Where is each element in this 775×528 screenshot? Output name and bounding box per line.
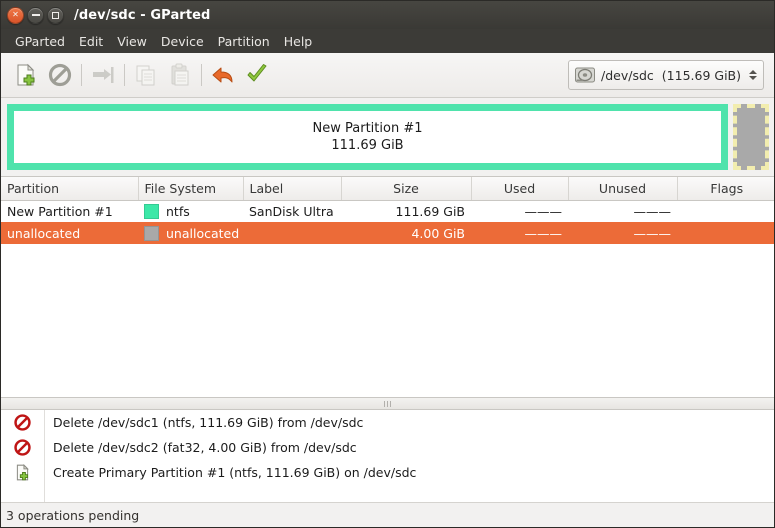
splitter-grip-icon <box>384 400 391 407</box>
operations-column-divider <box>44 410 45 502</box>
column-header-partition[interactable]: Partition <box>1 177 139 201</box>
cell-label <box>243 222 341 244</box>
operation-text: Delete /dev/sdc2 (fat32, 4.00 GiB) from … <box>53 440 357 455</box>
cell-label: SanDisk Ultra <box>249 203 334 219</box>
menu-bar: GParted Edit View Device Partition Help <box>1 29 774 53</box>
toolbar: /dev/sdc (115.69 GiB) <box>1 53 774 98</box>
close-button[interactable]: ✕ <box>7 6 24 24</box>
cell-file-system-text: unallocated <box>166 225 240 241</box>
cell-used: ——— <box>524 203 563 219</box>
column-header-unused[interactable]: Unused <box>568 177 678 201</box>
copy-button[interactable] <box>129 58 163 92</box>
cell-partition: unallocated <box>1 222 138 244</box>
new-document-icon <box>16 463 29 481</box>
menu-device[interactable]: Device <box>154 32 211 51</box>
cell-unused: ——— <box>568 222 677 244</box>
device-name: /dev/sdc <box>601 67 654 83</box>
cell-unused: ——— <box>633 203 672 219</box>
paste-icon <box>171 63 189 86</box>
cell-file-system-text: ntfs <box>166 203 190 219</box>
hard-disk-icon <box>575 67 596 83</box>
table-header-row: Partition File System Label Size Used Un… <box>1 177 774 201</box>
minimize-button[interactable] <box>27 6 44 24</box>
new-document-icon <box>17 63 35 86</box>
partition-list: Partition File System Label Size Used Un… <box>1 176 774 398</box>
menu-view[interactable]: View <box>110 32 154 51</box>
column-header-label[interactable]: Label <box>243 177 342 201</box>
title-bar: ✕ /dev/sdc - GParted <box>1 1 774 29</box>
column-header-size[interactable]: Size <box>341 177 472 201</box>
menu-partition[interactable]: Partition <box>211 32 277 51</box>
window-title: /dev/sdc - GParted <box>74 7 211 23</box>
delete-prohibition-icon <box>14 414 31 431</box>
filesystem-color-swatch <box>144 225 159 241</box>
apply-check-icon <box>247 64 267 82</box>
operation-icon-wrap <box>1 413 44 432</box>
partition-list-empty-area <box>1 244 774 397</box>
column-header-used[interactable]: Used <box>471 177 569 201</box>
menu-gparted[interactable]: GParted <box>8 32 72 51</box>
delete-partition-button[interactable] <box>43 58 77 92</box>
cell-flags <box>677 200 774 222</box>
toolbar-separator <box>201 64 202 86</box>
status-text: 3 operations pending <box>6 507 140 523</box>
delete-prohibition-icon <box>48 63 72 87</box>
operation-text: Create Primary Partition #1 (ntfs, 111.6… <box>53 465 417 480</box>
device-spinner[interactable] <box>749 70 757 80</box>
undo-button[interactable] <box>206 58 240 92</box>
paste-button[interactable] <box>163 58 197 92</box>
toolbar-separator <box>81 64 82 86</box>
cell-size: 4.00 GiB <box>341 222 471 244</box>
resize-move-button[interactable] <box>86 58 120 92</box>
spinner-down-icon[interactable] <box>749 76 757 80</box>
column-header-file-system[interactable]: File System <box>138 177 244 201</box>
undo-arrow-icon <box>212 67 233 83</box>
resize-move-icon <box>93 67 114 83</box>
operation-text: Delete /dev/sdc1 (ntfs, 111.69 GiB) from… <box>53 415 364 430</box>
graphic-partition-size: 111.69 GiB <box>331 138 404 153</box>
cell-file-system: ntfs <box>138 200 243 222</box>
table-row[interactable]: unallocated unallocated 4.00 GiB ——— ——— <box>1 222 774 244</box>
cell-used: ——— <box>471 222 568 244</box>
list-item[interactable]: Delete /dev/sdc1 (ntfs, 111.69 GiB) from… <box>1 410 774 435</box>
table-row[interactable]: New Partition #1 ntfs SanDisk Ultra 111.… <box>1 200 774 222</box>
device-size: (115.69 GiB) <box>661 67 741 83</box>
maximize-button[interactable] <box>47 6 64 24</box>
operation-icon-wrap <box>1 463 44 482</box>
list-item[interactable]: Create Primary Partition #1 (ntfs, 111.6… <box>1 460 774 485</box>
new-partition-button[interactable] <box>9 58 43 92</box>
partition-graphic: New Partition #1 111.69 GiB <box>1 98 774 176</box>
cell-partition: New Partition #1 <box>7 203 113 219</box>
menu-help[interactable]: Help <box>277 32 320 51</box>
device-selector[interactable]: /dev/sdc (115.69 GiB) <box>568 60 764 90</box>
graphic-partition-new-partition-1[interactable]: New Partition #1 111.69 GiB <box>7 104 728 170</box>
pane-splitter[interactable] <box>1 398 774 409</box>
operation-icon-wrap <box>1 438 44 457</box>
filesystem-color-swatch <box>144 203 159 219</box>
apply-button[interactable] <box>240 58 274 92</box>
column-header-flags[interactable]: Flags <box>677 177 774 201</box>
status-bar: 3 operations pending <box>1 502 774 527</box>
copy-icon <box>136 65 155 86</box>
toolbar-separator <box>124 64 125 86</box>
cell-file-system: unallocated <box>138 222 243 244</box>
menu-edit[interactable]: Edit <box>72 32 110 51</box>
graphic-partition-unallocated[interactable] <box>733 104 769 170</box>
spinner-up-icon[interactable] <box>749 70 757 74</box>
gparted-window: ✕ /dev/sdc - GParted GParted Edit View D… <box>0 0 775 528</box>
cell-flags <box>677 222 774 244</box>
cell-size: 111.69 GiB <box>395 203 465 219</box>
list-item[interactable]: Delete /dev/sdc2 (fat32, 4.00 GiB) from … <box>1 435 774 460</box>
delete-prohibition-icon <box>14 439 31 456</box>
window-controls: ✕ <box>7 6 64 24</box>
partition-table: Partition File System Label Size Used Un… <box>1 177 774 244</box>
pending-operations-list: Delete /dev/sdc1 (ntfs, 111.69 GiB) from… <box>1 409 774 502</box>
graphic-partition-name: New Partition #1 <box>312 121 423 136</box>
